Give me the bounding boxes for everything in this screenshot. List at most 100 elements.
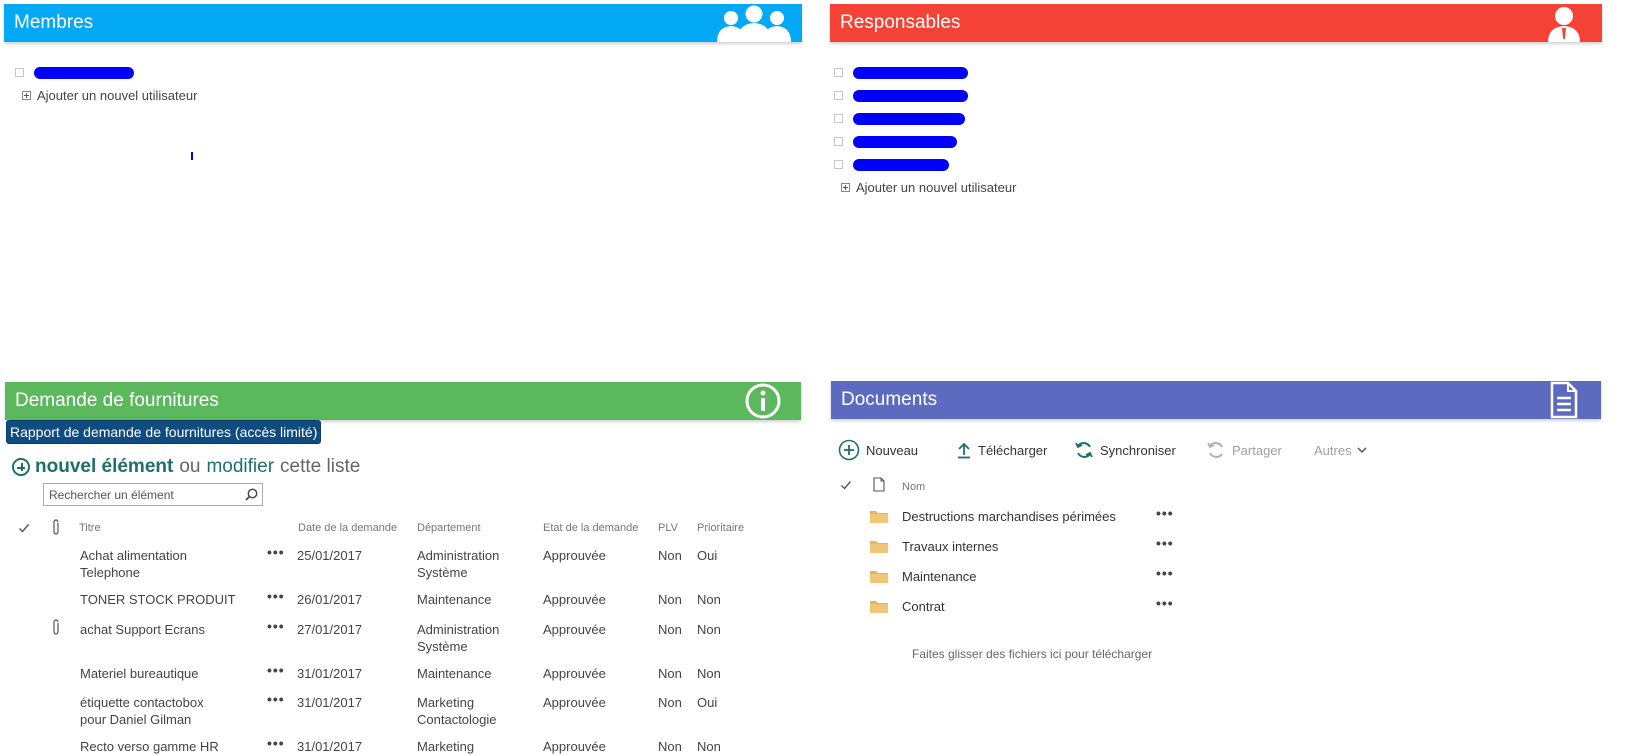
row-title[interactable]: étiquette contactobox pour Daniel Gilman <box>80 694 204 728</box>
item-menu-button[interactable]: ••• <box>1156 535 1174 551</box>
row-title[interactable]: TONER STOCK PRODUIT <box>80 591 236 608</box>
paperclip-icon <box>53 619 59 635</box>
row-date: 25/01/2017 <box>297 548 363 563</box>
row-state: Approuvée <box>543 622 606 637</box>
list-item[interactable]: Maintenance <box>870 566 976 586</box>
plus-box-icon <box>841 182 850 192</box>
modify-link[interactable]: modifier <box>206 456 274 478</box>
column-header-plv[interactable]: PLV <box>658 522 678 534</box>
column-header-department[interactable]: Département <box>417 522 481 534</box>
paperclip-icon <box>53 519 59 535</box>
row-plv: Non <box>658 592 682 607</box>
responsable-checkbox[interactable] <box>834 160 843 169</box>
responsables-header: Responsables <box>830 4 1602 42</box>
members-title: Membres <box>14 12 94 33</box>
row-title[interactable]: achat Support Ecrans <box>80 621 205 638</box>
row-date: 27/01/2017 <box>297 622 363 637</box>
row-state: Approuvée <box>543 666 606 681</box>
row-state: Approuvée <box>543 548 606 563</box>
item-menu-button[interactable]: ••• <box>1156 595 1174 611</box>
responsable-checkbox[interactable] <box>834 91 843 100</box>
column-header-title[interactable]: Titre <box>79 522 101 534</box>
search-input[interactable]: Rechercher un élément <box>43 483 263 506</box>
row-menu-button[interactable]: ••• <box>267 544 285 560</box>
row-priority: Non <box>697 666 721 681</box>
member-row[interactable] <box>15 61 197 84</box>
document-icon <box>1550 381 1578 419</box>
row-date: 26/01/2017 <box>297 592 363 607</box>
list-item[interactable]: Travaux internes <box>870 536 998 556</box>
row-title[interactable]: Achat alimentation Telephone <box>80 547 187 581</box>
row-priority: Oui <box>697 695 718 710</box>
responsable-row[interactable] <box>834 130 1016 153</box>
row-priority: Non <box>697 739 721 754</box>
redacted-name <box>853 135 957 148</box>
responsable-row[interactable] <box>834 153 1016 176</box>
responsables-user-list: Ajouter un nouvel utilisateur <box>834 61 1016 198</box>
this-list-text: cette liste <box>280 456 361 477</box>
member-checkbox[interactable] <box>15 68 24 77</box>
row-plv: Non <box>658 548 682 563</box>
row-plv: Non <box>658 622 682 637</box>
row-menu-button[interactable]: ••• <box>267 691 285 707</box>
responsables-add-user-link[interactable]: Ajouter un nouvel utilisateur <box>841 176 1016 198</box>
row-state: Approuvée <box>543 592 606 607</box>
report-link[interactable]: Rapport de demande de fournitures (accès… <box>6 420 322 444</box>
row-menu-button[interactable]: ••• <box>267 662 285 678</box>
fournitures-header: Demande de fournitures <box>5 382 801 420</box>
new-item-line: nouvel élément ou modifier cette liste <box>12 454 360 480</box>
row-department: Administration Système <box>417 548 500 580</box>
row-department: Administration Système <box>417 622 500 654</box>
new-document-button[interactable]: Nouveau <box>838 435 918 465</box>
responsable-checkbox[interactable] <box>834 114 843 123</box>
row-priority: Non <box>697 592 721 607</box>
responsable-checkbox[interactable] <box>834 137 843 146</box>
responsable-row[interactable] <box>834 107 1016 130</box>
row-menu-button[interactable]: ••• <box>267 618 285 634</box>
list-item[interactable]: Contrat <box>870 596 945 616</box>
row-menu-button[interactable]: ••• <box>267 588 285 604</box>
redacted-name <box>853 66 968 79</box>
redacted-name <box>34 66 134 79</box>
responsable-row[interactable] <box>834 84 1016 107</box>
row-title[interactable]: Materiel bureautique <box>80 665 199 682</box>
folder-name[interactable]: Destructions marchandises périmées <box>902 509 1116 524</box>
row-department: Marketing Contactologie <box>417 695 497 727</box>
sync-icon <box>1075 442 1093 458</box>
upload-button[interactable]: Télécharger <box>956 435 1047 465</box>
checkmark-icon[interactable] <box>18 522 30 534</box>
folder-name[interactable]: Travaux internes <box>902 539 998 554</box>
column-header-priority[interactable]: Prioritaire <box>697 522 744 534</box>
fournitures-title: Demande de fournitures <box>15 390 219 411</box>
responsable-checkbox[interactable] <box>834 68 843 77</box>
upload-icon <box>958 442 970 459</box>
plus-circle-icon[interactable] <box>12 458 30 476</box>
row-department: Marketing <box>417 739 475 754</box>
column-header-name[interactable]: Nom <box>902 481 925 493</box>
folder-name[interactable]: Maintenance <box>902 569 976 584</box>
row-priority: Oui <box>697 548 718 563</box>
row-title[interactable]: Recto verso gamme HR <box>80 738 219 755</box>
column-header-state[interactable]: Etat de la demande <box>543 522 638 534</box>
folder-name[interactable]: Contrat <box>902 599 945 614</box>
row-menu-button[interactable]: ••• <box>267 735 285 751</box>
more-label: Autres <box>1314 442 1352 458</box>
sync-button[interactable]: Synchroniser <box>1074 435 1176 465</box>
responsables-title: Responsables <box>840 12 961 33</box>
search-icon[interactable] <box>240 484 262 506</box>
item-menu-button[interactable]: ••• <box>1156 505 1174 521</box>
column-header-date[interactable]: Date de la demande <box>298 522 397 534</box>
members-add-user-link[interactable]: Ajouter un nouvel utilisateur <box>22 84 197 106</box>
new-item-link[interactable]: nouvel élément <box>35 456 173 478</box>
share-button[interactable]: Partager <box>1206 435 1282 465</box>
row-plv: Non <box>658 695 682 710</box>
checkmark-icon[interactable] <box>840 479 852 491</box>
item-menu-button[interactable]: ••• <box>1156 565 1174 581</box>
chevron-down-icon <box>1357 447 1367 454</box>
documents-header: Documents <box>831 381 1601 419</box>
list-item[interactable]: Destructions marchandises périmées <box>870 506 1116 526</box>
more-dropdown[interactable]: Autres <box>1314 435 1373 465</box>
responsable-row[interactable] <box>834 61 1016 84</box>
folder-icon <box>870 600 888 613</box>
sync-label: Synchroniser <box>1100 442 1176 458</box>
